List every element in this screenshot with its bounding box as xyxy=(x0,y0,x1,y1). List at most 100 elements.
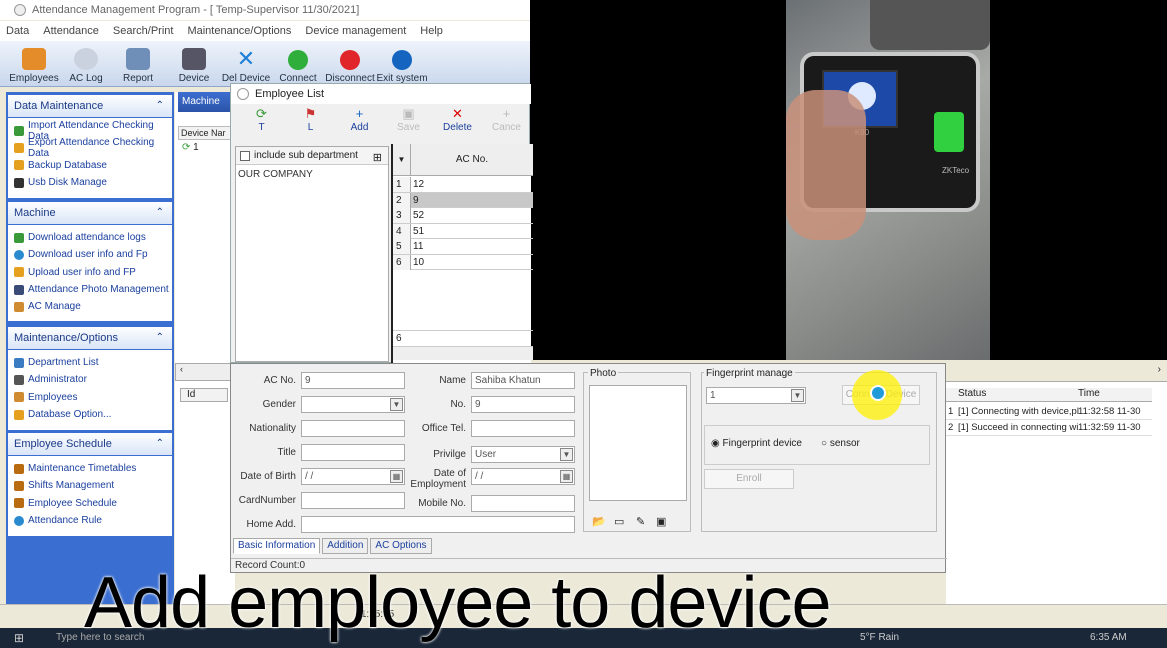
no-field[interactable]: 9 xyxy=(471,396,575,413)
ac-log-button[interactable]: AC Log xyxy=(60,42,112,86)
chevron-down-icon[interactable]: ▼ xyxy=(791,389,804,402)
time-column-header[interactable]: Time xyxy=(1078,388,1100,399)
taskbar-clock[interactable]: 6:35 AM xyxy=(1090,632,1127,643)
sidebar-item-usb-disk[interactable]: Usb Disk Manage xyxy=(14,174,172,191)
chevron-down-icon[interactable]: ▼ xyxy=(393,144,411,176)
table-row[interactable]: 5 11 xyxy=(393,239,533,255)
table-row[interactable]: 6 10 xyxy=(393,254,533,270)
card-number-field[interactable] xyxy=(301,492,405,509)
log-row[interactable]: 2 [1] Succeed in connecting wi 11:32:59 … xyxy=(946,420,1152,436)
collapse-icon[interactable]: ⌃ xyxy=(156,95,164,117)
menu-attendance[interactable]: Attendance xyxy=(43,25,99,37)
horizontal-scrollbar[interactable]: ‹ xyxy=(175,363,235,381)
include-sub-department-checkbox[interactable] xyxy=(240,151,250,161)
cancel-button[interactable]: + Cance xyxy=(482,106,531,142)
section-machine[interactable]: Machine ⌃ xyxy=(8,202,172,224)
ac-no-column-header[interactable]: AC No. xyxy=(411,144,533,176)
add-button[interactable]: + Add xyxy=(335,106,384,142)
sidebar-item-shifts-management[interactable]: Shifts Management xyxy=(14,477,172,494)
exit-system-button[interactable]: Exit system xyxy=(376,42,428,86)
sidebar-item-attendance-rule[interactable]: Attendance Rule xyxy=(14,512,172,529)
fingerprint-device-radio[interactable]: ◉ Fingerprint device xyxy=(711,438,802,449)
department-tree-item[interactable]: OUR COMPANY xyxy=(238,169,313,180)
menu-search-print[interactable]: Search/Print xyxy=(113,25,174,37)
collapse-icon[interactable]: ⌃ xyxy=(156,327,164,349)
status-column-header[interactable]: Status xyxy=(958,388,986,399)
ac-no-field[interactable]: 9 xyxy=(301,372,405,389)
tree-icon[interactable]: ⊞ xyxy=(373,149,382,167)
menu-help[interactable]: Help xyxy=(420,25,443,37)
employee-toolbar: ⟳ T ⚑ L + Add ▣ Save ✕ Delete + Cance xyxy=(231,106,531,142)
sidebar-item-employee-schedule[interactable]: Employee Schedule xyxy=(14,495,172,512)
tab-ac-options[interactable]: AC Options xyxy=(370,538,432,554)
enroll-button[interactable]: Enroll xyxy=(704,469,794,489)
menu-maintenance-options[interactable]: Maintenance/Options xyxy=(187,25,291,37)
connect-button[interactable]: Connect xyxy=(272,42,324,86)
grid-scrollbar[interactable] xyxy=(393,346,533,360)
table-row-selected[interactable]: 29 xyxy=(393,192,533,208)
eraser-icon[interactable]: ✎ xyxy=(636,515,645,528)
office-tel-field[interactable] xyxy=(471,420,575,437)
section-maintenance-options[interactable]: Maintenance/Options ⌃ xyxy=(8,327,172,349)
collapse-icon[interactable]: ⌃ xyxy=(156,433,164,455)
sidebar-item-department-list[interactable]: Department List xyxy=(14,354,172,371)
tab-basic-information[interactable]: Basic Information xyxy=(233,538,321,554)
sidebar-item-database-option[interactable]: Database Option... xyxy=(14,406,172,423)
log-scrollbar[interactable]: › xyxy=(946,360,1167,382)
name-field[interactable]: Sahiba Khatun xyxy=(471,372,575,389)
tab-addition[interactable]: Addition xyxy=(322,538,369,554)
sidebar-item-maintenance-timetables[interactable]: Maintenance Timetables xyxy=(14,460,172,477)
capture-icon[interactable]: ▣ xyxy=(656,515,666,528)
employees-button[interactable]: Employees xyxy=(8,42,60,86)
device-name-column[interactable]: Device Nar xyxy=(178,126,234,140)
report-button[interactable]: Report xyxy=(112,42,164,86)
sidebar-item-upload-user-info[interactable]: Upload user info and FP xyxy=(14,264,172,281)
delete-button[interactable]: ✕ Delete xyxy=(433,106,482,142)
refresh-button[interactable]: ⟳ T xyxy=(237,106,286,142)
chevron-down-icon[interactable]: ▼ xyxy=(390,398,403,411)
camera-icon[interactable]: ▭ xyxy=(614,515,624,528)
privilege-select[interactable]: User ▼ xyxy=(471,446,575,463)
table-row[interactable]: 4 51 xyxy=(393,223,533,239)
collapse-icon[interactable]: ⌃ xyxy=(156,202,164,224)
sidebar-item-ac-manage[interactable]: AC Manage xyxy=(14,298,172,315)
fingerprint-select[interactable]: 1 ▼ xyxy=(706,387,806,404)
dob-field[interactable]: / / ▦ xyxy=(301,468,405,485)
windows-start-icon[interactable]: ⊞ xyxy=(14,631,24,645)
del-device-button[interactable]: ✕ Del Device xyxy=(220,42,272,86)
l-button[interactable]: ⚑ L xyxy=(286,106,335,142)
menu-device-management[interactable]: Device management xyxy=(305,25,406,37)
doe-field[interactable]: / / ▦ xyxy=(471,468,575,485)
sidebar-item-photo-management[interactable]: Attendance Photo Management xyxy=(14,281,172,298)
sidebar-item-download-user-info[interactable]: Download user info and Fp xyxy=(14,246,172,263)
home-add-field[interactable] xyxy=(301,516,575,533)
id-column-header[interactable]: Id xyxy=(180,388,228,402)
section-data-maintenance[interactable]: Data Maintenance ⌃ xyxy=(8,95,172,117)
chevron-down-icon[interactable]: ▼ xyxy=(560,448,573,461)
title-field[interactable] xyxy=(301,444,405,461)
sidebar-item-export-data[interactable]: Export Attendance Checking Data xyxy=(14,137,172,159)
open-folder-icon[interactable]: 📂 xyxy=(592,515,606,528)
section-employee-schedule[interactable]: Employee Schedule ⌃ xyxy=(8,433,172,455)
menu-data[interactable]: Data xyxy=(6,25,29,37)
nationality-field[interactable] xyxy=(301,420,405,437)
table-row[interactable]: 3 52 xyxy=(393,208,533,224)
weather-widget[interactable]: 5°F Rain xyxy=(860,632,899,643)
calendar-icon[interactable]: ▦ xyxy=(390,470,403,483)
table-row[interactable]: 1 12 xyxy=(393,177,533,193)
sidebar-item-administrator[interactable]: Administrator xyxy=(14,371,172,388)
sidebar-item-download-logs[interactable]: Download attendance logs xyxy=(14,229,172,246)
calendar-icon[interactable]: ▦ xyxy=(560,470,573,483)
sidebar-item-employees[interactable]: Employees xyxy=(14,389,172,406)
device-row[interactable]: ⟳ 1 xyxy=(182,142,199,153)
sensor-radio[interactable]: ○ sensor xyxy=(821,438,860,449)
disconnect-button[interactable]: Disconnect xyxy=(324,42,376,86)
gender-select[interactable]: ▼ xyxy=(301,396,405,413)
sidebar-item-backup-database[interactable]: Backup Database xyxy=(14,157,172,174)
log-row[interactable]: 1 [1] Connecting with device,pl 11:32:58… xyxy=(946,404,1152,420)
department-pane: include sub department ⊞ OUR COMPANY xyxy=(235,146,389,362)
mobile-field[interactable] xyxy=(471,495,575,512)
download-icon xyxy=(14,232,24,243)
device-button[interactable]: Device xyxy=(168,42,220,86)
save-button[interactable]: ▣ Save xyxy=(384,106,433,142)
